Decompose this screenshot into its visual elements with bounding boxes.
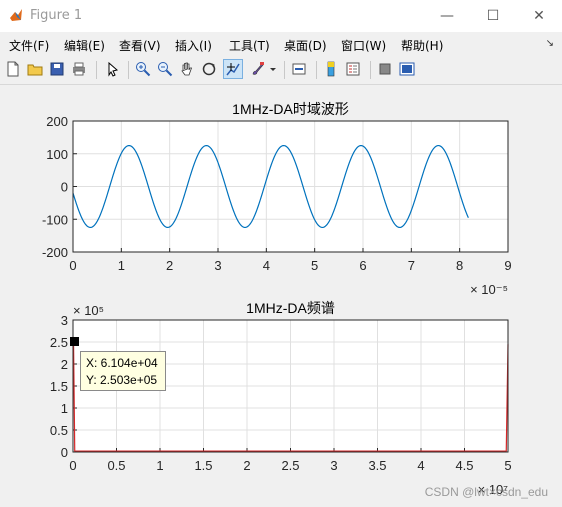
menu-desktop[interactable]: 桌面(D): [284, 37, 327, 54]
menu-bar: 文件(F) 编辑(E) 查看(V) 插入(I) 工具(T) 桌面(D) 窗口(W…: [0, 32, 562, 56]
x-tick-label: 2: [166, 258, 173, 273]
y-exponent-label: × 10⁵: [73, 303, 104, 318]
y-tick-label: -100: [42, 212, 68, 227]
menu-edit[interactable]: 编辑(E): [64, 37, 105, 54]
show-plot-tools-icon[interactable]: [398, 60, 416, 78]
rotate-3d-icon[interactable]: [200, 60, 218, 78]
x-tick-label: 1: [156, 458, 163, 473]
x-tick-label: 6: [359, 258, 366, 273]
chart-title-2: 1MHz-DA频谱: [246, 300, 335, 316]
maximize-icon: ☐: [486, 8, 500, 24]
brush-dropdown-icon[interactable]: [268, 60, 278, 78]
pan-hand-icon[interactable]: [178, 60, 196, 78]
x-tick-label: 2.5: [281, 458, 299, 473]
menu-file[interactable]: 文件(F): [9, 37, 49, 54]
x-tick-label: 5: [311, 258, 318, 273]
x-tick-label: 0: [69, 458, 76, 473]
open-file-icon[interactable]: [26, 60, 44, 78]
hide-plot-tools-icon[interactable]: [376, 60, 394, 78]
minimize-button[interactable]: —: [424, 0, 470, 32]
zoom-in-icon[interactable]: [134, 60, 152, 78]
y-tick-label: 200: [46, 114, 68, 129]
x-exponent-label: × 10⁻⁵: [470, 282, 508, 297]
menu-overflow-icon[interactable]: ↘: [546, 38, 554, 49]
select-arrow-icon[interactable]: [104, 60, 122, 78]
x-tick-label: 7: [408, 258, 415, 273]
window-titlebar: Figure 1 — ☐ ✕: [0, 0, 562, 32]
x-tick-label: 4: [263, 258, 270, 273]
y-tick-label: 3: [61, 313, 68, 328]
figure-canvas[interactable]: 0 1 2 3 4 5 6 7 8 92001000-100-2001MHz-DA时域波形× 10…: [0, 85, 562, 507]
save-icon[interactable]: [48, 60, 66, 78]
y-tick-label: 0.5: [50, 423, 68, 438]
datatip-y: Y: 2.503e+05: [86, 373, 158, 387]
x-tick-label: 5: [504, 458, 511, 473]
datatip-marker[interactable]: [70, 337, 79, 346]
x-tick-label: 9: [504, 258, 511, 273]
y-tick-label: -200: [42, 245, 68, 260]
zoom-out-icon[interactable]: [156, 60, 174, 78]
x-tick-label: 8: [456, 258, 463, 273]
data-cursor-icon[interactable]: [223, 59, 243, 79]
y-tick-label: 2: [61, 357, 68, 372]
menu-insert[interactable]: 插入(I): [175, 37, 212, 54]
x-tick-label: 3: [330, 458, 337, 473]
y-tick-label: 0: [61, 445, 68, 460]
new-figure-icon[interactable]: [4, 60, 22, 78]
matlab-logo-icon: [10, 9, 22, 21]
toolbar-separator: [128, 61, 129, 79]
y-tick-label: 0: [61, 180, 68, 195]
y-tick-label: 100: [46, 147, 68, 162]
toolbar-separator: [316, 61, 317, 79]
print-icon[interactable]: [70, 60, 88, 78]
y-tick-label: 1.5: [50, 379, 68, 394]
menu-help[interactable]: 帮助(H): [401, 37, 443, 54]
menu-tools[interactable]: 工具(T): [229, 37, 270, 54]
link-icon[interactable]: [290, 60, 308, 78]
legend-icon[interactable]: [344, 60, 362, 78]
close-button[interactable]: ✕: [516, 0, 562, 32]
window-title: Figure 1: [30, 8, 83, 23]
x-tick-label: 1: [118, 258, 125, 273]
toolbar-separator: [370, 61, 371, 79]
x-tick-label: 0.5: [107, 458, 125, 473]
y-tick-label: 2.5: [50, 335, 68, 350]
x-tick-label: 0: [69, 258, 76, 273]
x-tick-label: 3.5: [368, 458, 386, 473]
toolbar-separator: [284, 61, 285, 79]
close-icon: ✕: [533, 8, 545, 24]
datatip-x: X: 6.104e+04: [86, 356, 158, 370]
menu-window[interactable]: 窗口(W): [341, 37, 386, 54]
menu-view[interactable]: 查看(V): [119, 37, 161, 54]
x-tick-label: 3: [214, 258, 221, 273]
x-tick-label: 4: [417, 458, 424, 473]
minimize-icon: —: [440, 8, 454, 24]
x-tick-label: 4.5: [455, 458, 473, 473]
watermark: CSDN @lwt×csdn_edu: [424, 485, 548, 499]
colorbar-icon[interactable]: [322, 60, 340, 78]
figure-toolbar: [0, 56, 562, 85]
x-tick-label: 1.5: [194, 458, 212, 473]
chart-title-1: 1MHz-DA时域波形: [232, 101, 349, 117]
x-tick-label: 2: [243, 458, 250, 473]
brush-icon[interactable]: [249, 60, 267, 78]
datatip[interactable]: X: 6.104e+04 Y: 2.503e+05: [80, 351, 166, 391]
maximize-button[interactable]: ☐: [470, 0, 516, 32]
y-tick-label: 1: [61, 401, 68, 416]
toolbar-separator: [96, 61, 97, 79]
